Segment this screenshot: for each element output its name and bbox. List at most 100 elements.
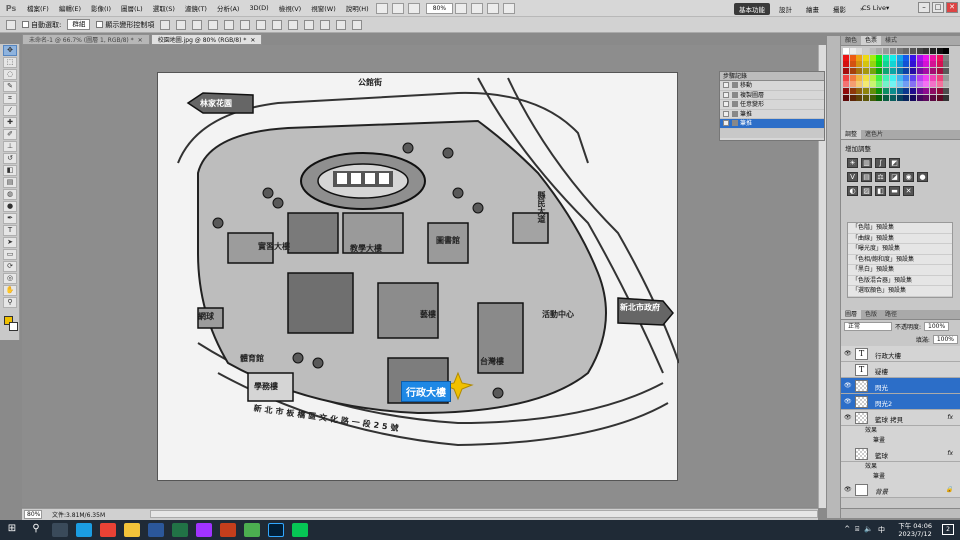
color-swatch[interactable]	[876, 68, 883, 75]
auto-select-dropdown[interactable]: 群組	[67, 19, 91, 30]
crop-tool-icon[interactable]: ⌗	[3, 93, 17, 104]
horizontal-scrollbar[interactable]	[150, 510, 818, 518]
word-icon[interactable]	[148, 523, 164, 537]
document-size-info[interactable]: 文件:3.81M/6.35M	[52, 510, 105, 519]
color-swatch[interactable]	[936, 61, 943, 68]
tab-channels[interactable]: 色版	[861, 310, 881, 319]
clone-stamp-tool-icon[interactable]: ⊥	[3, 141, 17, 152]
color-swatch[interactable]	[856, 81, 863, 88]
photoshop-taskbar-icon[interactable]	[268, 523, 284, 537]
distribute-middle-icon[interactable]	[272, 19, 283, 30]
preset-selective-color[interactable]: 「選取顏色」預設集	[848, 286, 952, 297]
layer-effects-group[interactable]: 效果	[841, 462, 960, 472]
preset-curves[interactable]: 「曲線」預設集	[848, 234, 952, 244]
color-swatch[interactable]	[929, 61, 936, 68]
type-tool-icon[interactable]: T	[3, 225, 17, 236]
auto-align-icon[interactable]	[352, 19, 363, 30]
swatch-grid[interactable]	[843, 48, 951, 101]
color-swatch[interactable]	[869, 88, 876, 95]
threshold-icon[interactable]: ◧	[875, 186, 886, 196]
color-swatch[interactable]	[929, 74, 936, 81]
color-swatch[interactable]	[849, 68, 856, 75]
color-swatch[interactable]	[923, 74, 930, 81]
color-swatch[interactable]	[883, 81, 890, 88]
color-swatch[interactable]	[903, 88, 910, 95]
color-swatch[interactable]	[923, 68, 930, 75]
layer-effects-icon[interactable]: fx	[947, 414, 953, 421]
color-swatch[interactable]	[889, 88, 896, 95]
menu-file[interactable]: 檔案(F)	[22, 3, 54, 13]
black-white-icon[interactable]: ◪	[889, 172, 900, 182]
hand-tool-icon[interactable]	[455, 2, 468, 14]
color-swatch[interactable]	[876, 88, 883, 95]
color-swatch[interactable]	[929, 88, 936, 95]
color-swatch[interactable]	[883, 54, 890, 61]
chrome-profile-icon[interactable]	[244, 523, 260, 537]
dodge-tool-icon[interactable]: ●	[3, 201, 17, 212]
preset-black-white[interactable]: 「黑白」預設集	[848, 265, 952, 276]
opacity-input[interactable]: 100%	[924, 322, 950, 331]
taskbar-clock[interactable]: 下午 04:06 2023/7/12	[898, 522, 932, 538]
move-tool-icon[interactable]: ✥	[3, 45, 17, 56]
screen-mode-icon[interactable]	[503, 2, 516, 14]
tab-adjustments[interactable]: 調整	[841, 130, 862, 139]
tab-swatches[interactable]: 色票	[861, 36, 882, 45]
color-swatch[interactable]	[856, 48, 863, 54]
layer-row[interactable]: T 疑樓	[841, 362, 960, 378]
close-tab-icon[interactable]: ✕	[250, 37, 255, 44]
visibility-eye-icon[interactable]: 👁	[844, 414, 852, 421]
map-label-admin-building[interactable]: 行政大樓	[401, 381, 451, 402]
color-swatch[interactable]	[916, 74, 923, 81]
color-swatch[interactable]	[909, 94, 916, 101]
color-swatch[interactable]	[903, 94, 910, 101]
color-swatch[interactable]	[896, 94, 903, 101]
maximize-icon[interactable]: □	[932, 2, 944, 13]
color-swatch[interactable]	[936, 74, 943, 81]
excel-icon[interactable]	[172, 523, 188, 537]
color-swatch[interactable]	[916, 88, 923, 95]
color-swatch[interactable]	[929, 54, 936, 61]
color-swatch[interactable]	[843, 54, 849, 61]
eyedropper-tool-icon[interactable]: ⁄	[3, 105, 17, 116]
color-swatch[interactable]	[889, 48, 896, 54]
color-swatch[interactable]	[916, 61, 923, 68]
chevron-up-icon[interactable]: ^	[844, 525, 850, 535]
color-swatch[interactable]	[869, 48, 876, 54]
color-swatch[interactable]	[863, 68, 870, 75]
color-swatch[interactable]	[843, 74, 849, 81]
gradient-map-icon[interactable]: ▬	[889, 186, 900, 196]
color-swatch[interactable]	[923, 48, 930, 54]
bridge-icon[interactable]	[375, 2, 388, 14]
exposure-icon[interactable]: ◩	[889, 158, 900, 168]
channel-mixer-icon[interactable]: ●	[917, 172, 928, 182]
path-select-tool-icon[interactable]: ➤	[3, 237, 17, 248]
distribute-bottom-icon[interactable]	[288, 19, 299, 30]
visibility-eye-icon[interactable]: 👁	[844, 382, 852, 389]
history-checkbox[interactable]	[723, 110, 729, 117]
color-swatch[interactable]	[923, 61, 930, 68]
windows-start-icon[interactable]: ⊞	[4, 523, 20, 537]
curves-icon[interactable]: ∫	[875, 158, 886, 168]
layer-effect-stroke[interactable]: 筆畫	[841, 472, 960, 482]
color-swatch[interactable]	[896, 74, 903, 81]
visibility-eye-icon[interactable]	[844, 366, 852, 373]
color-swatch[interactable]	[923, 81, 930, 88]
view-extras-icon[interactable]	[407, 2, 420, 14]
color-swatch[interactable]	[849, 94, 856, 101]
color-swatch[interactable]	[916, 68, 923, 75]
color-swatch[interactable]	[903, 68, 910, 75]
history-item[interactable]: 移動	[720, 81, 824, 91]
align-right-icon[interactable]	[240, 19, 251, 30]
color-swatch[interactable]	[943, 61, 950, 68]
document-canvas[interactable]: 林家花園 公館街 縣民大道 新北市政府 新北市板橋區文化路一段25號 教學大樓 …	[157, 72, 680, 481]
color-swatch[interactable]	[876, 61, 883, 68]
layer-row-selected[interactable]: 👁 閃光2	[841, 394, 960, 410]
tab-layers[interactable]: 圖層	[841, 310, 862, 319]
rotate-view-icon[interactable]	[471, 2, 484, 14]
color-swatch[interactable]	[856, 68, 863, 75]
color-swatch[interactable]	[863, 48, 870, 54]
color-swatch[interactable]	[876, 81, 883, 88]
vibrance-icon[interactable]: V	[847, 172, 858, 182]
color-swatch[interactable]	[889, 68, 896, 75]
color-swatch[interactable]	[856, 94, 863, 101]
